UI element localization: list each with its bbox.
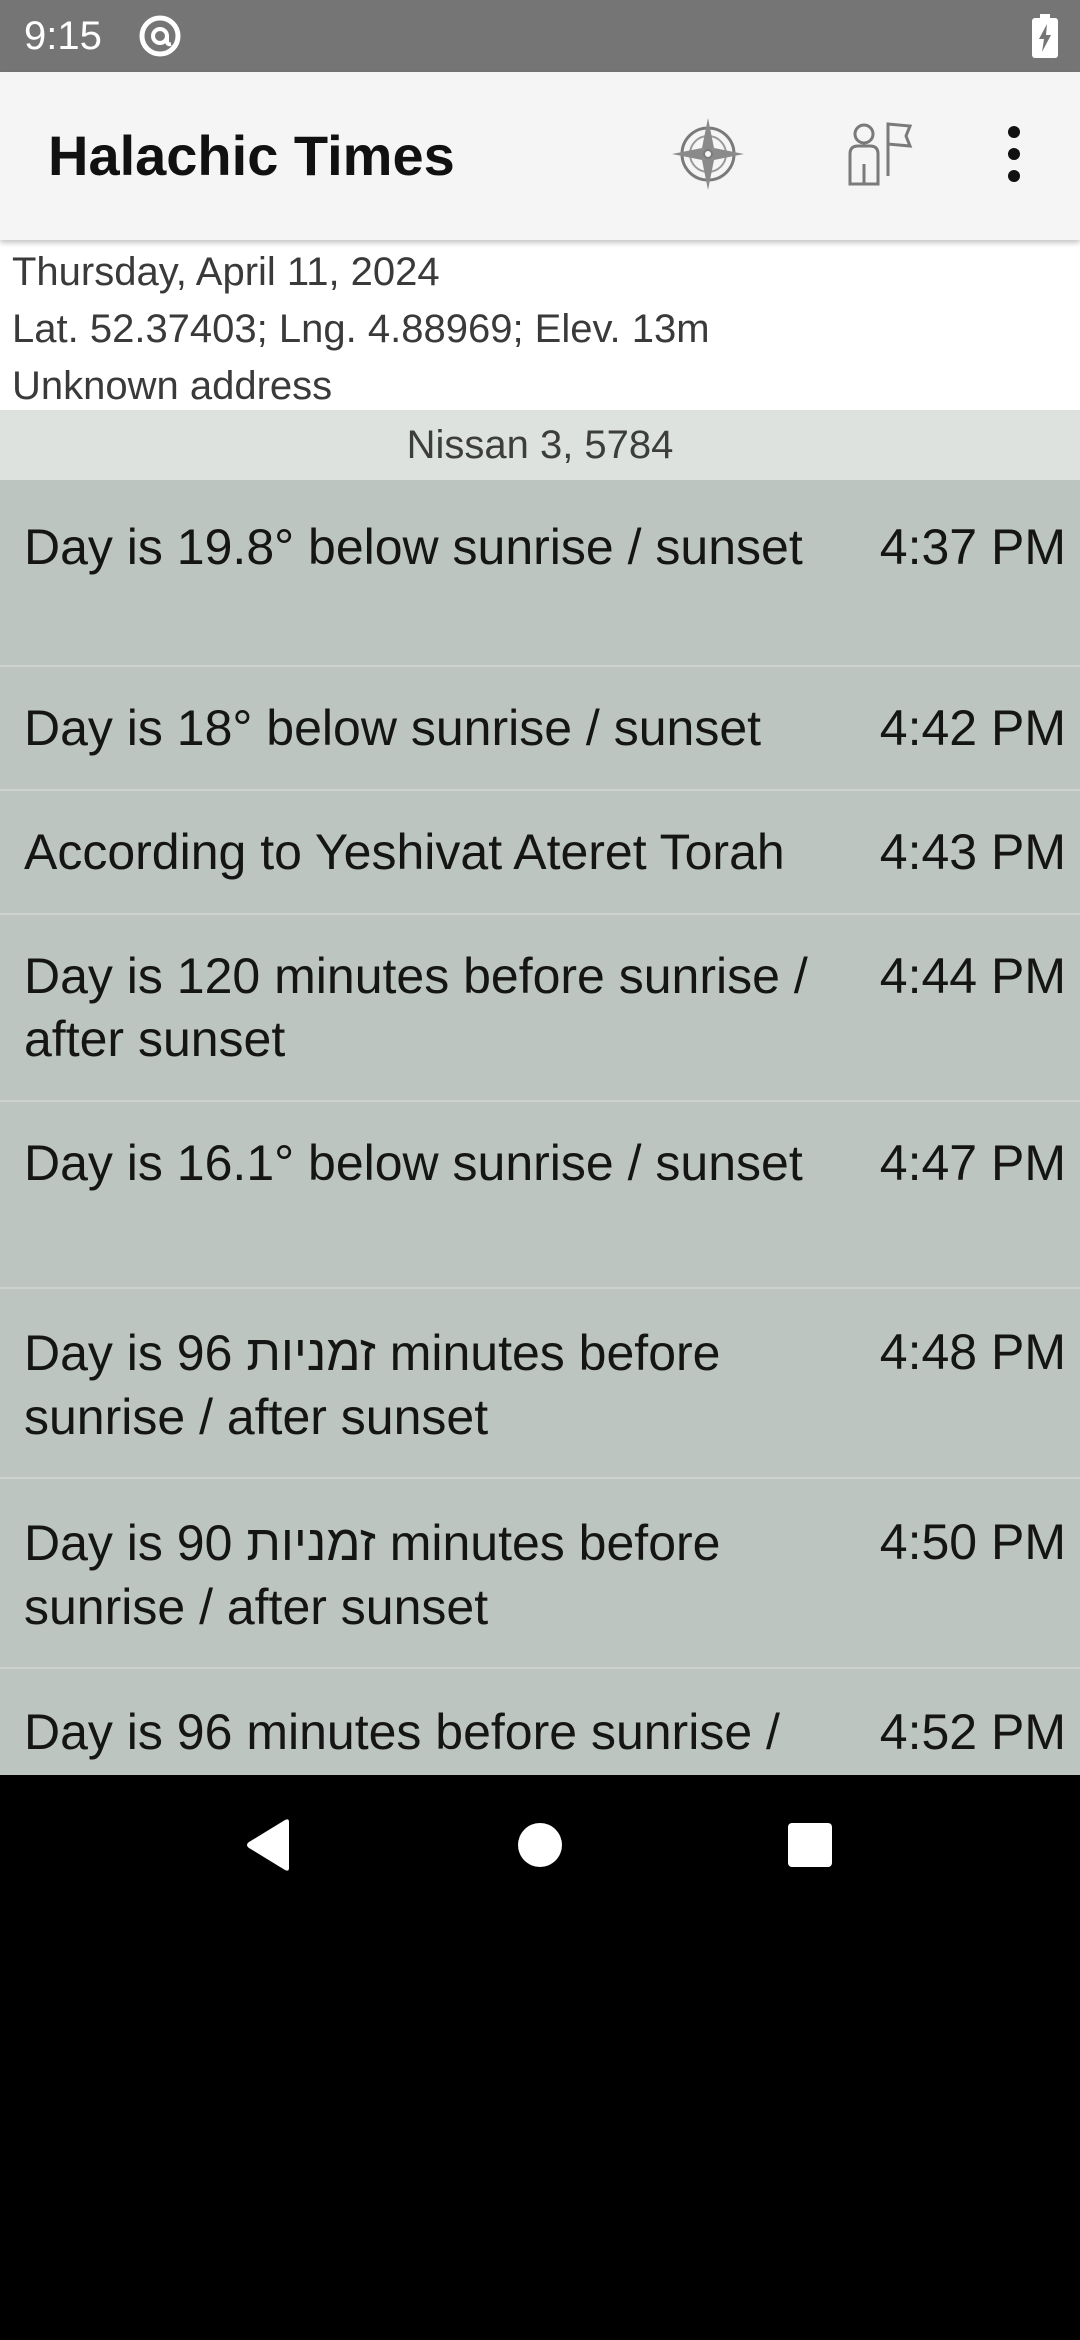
list-item[interactable]: According to Yeshivat Ateret Torah 4:43 … xyxy=(0,791,1080,915)
times-list[interactable]: Day is 19.8° below sunrise / sunset 4:37… xyxy=(0,480,1080,1775)
recents-icon xyxy=(787,1822,833,1873)
time-label: Day is 18° below sunrise / sunset xyxy=(24,700,762,756)
home-button[interactable] xyxy=(490,1797,590,1897)
list-item[interactable]: Day is 96 זמניות minutes before sunrise … xyxy=(0,1289,1080,1479)
time-value: 4:37 PM xyxy=(879,519,1066,575)
time-value: 4:44 PM xyxy=(879,948,1066,1004)
overflow-menu-button[interactable] xyxy=(966,108,1062,204)
overflow-menu-icon xyxy=(1004,124,1024,189)
screen: 9:15 Halachic Times Thursday, April 11, … xyxy=(0,0,1080,2340)
app-bar: Halachic Times xyxy=(0,72,1080,240)
time-value: 4:50 PM xyxy=(879,1514,1066,1570)
time-label: Day is 19.8° below sunrise / sunset xyxy=(24,519,803,575)
reminder-button[interactable] xyxy=(830,108,926,204)
time-label: Day is 16.1° below sunrise / sunset xyxy=(24,1135,803,1191)
list-item[interactable]: Day is 18° below sunrise / sunset 4:42 P… xyxy=(0,667,1080,791)
battery-charging-icon xyxy=(1032,14,1058,58)
location-header[interactable]: Thursday, April 11, 2024 Lat. 52.37403; … xyxy=(0,240,1080,410)
location-compass-icon xyxy=(668,114,748,199)
status-bar: 9:15 xyxy=(0,0,1080,72)
hebrew-date: Nissan 3, 5784 xyxy=(0,410,1080,480)
address: Unknown address xyxy=(12,364,333,408)
recents-button[interactable] xyxy=(760,1797,860,1897)
list-item[interactable]: Day is 96 minutes before sunrise / 4:52 … xyxy=(0,1669,1080,1775)
time-label: According to Yeshivat Ateret Torah xyxy=(24,824,785,880)
status-time: 9:15 xyxy=(24,14,102,58)
gregorian-date: Thursday, April 11, 2024 xyxy=(12,250,440,294)
time-label: Day is 120 minutes before sunrise / afte… xyxy=(24,948,808,1067)
back-icon xyxy=(243,1818,293,1877)
navigation-bar xyxy=(0,1775,1080,1919)
coordinates: Lat. 52.37403; Lng. 4.88969; Elev. 13m xyxy=(12,307,710,351)
home-icon xyxy=(517,1822,563,1873)
list-item[interactable]: Day is 19.8° below sunrise / sunset 4:37… xyxy=(0,480,1080,667)
time-value: 4:42 PM xyxy=(879,700,1066,756)
time-value: 4:52 PM xyxy=(879,1704,1066,1760)
time-value: 4:47 PM xyxy=(879,1135,1066,1191)
at-sign-icon xyxy=(138,14,182,58)
reminder-person-flag-icon xyxy=(838,114,918,199)
app-title: Halachic Times xyxy=(48,124,455,187)
time-value: 4:43 PM xyxy=(879,824,1066,880)
time-label: Day is 96 minutes before sunrise / xyxy=(24,1704,780,1760)
list-item[interactable]: Day is 120 minutes before sunrise / afte… xyxy=(0,915,1080,1102)
time-value: 4:48 PM xyxy=(879,1324,1066,1380)
time-label: Day is 96 זמניות minutes before sunrise … xyxy=(24,1325,721,1445)
location-button[interactable] xyxy=(660,108,756,204)
back-button[interactable] xyxy=(218,1797,318,1897)
list-item[interactable]: Day is 90 זמניות minutes before sunrise … xyxy=(0,1479,1080,1669)
time-label: Day is 90 זמניות minutes before sunrise … xyxy=(24,1515,721,1635)
list-item[interactable]: Day is 16.1° below sunrise / sunset 4:47… xyxy=(0,1102,1080,1289)
